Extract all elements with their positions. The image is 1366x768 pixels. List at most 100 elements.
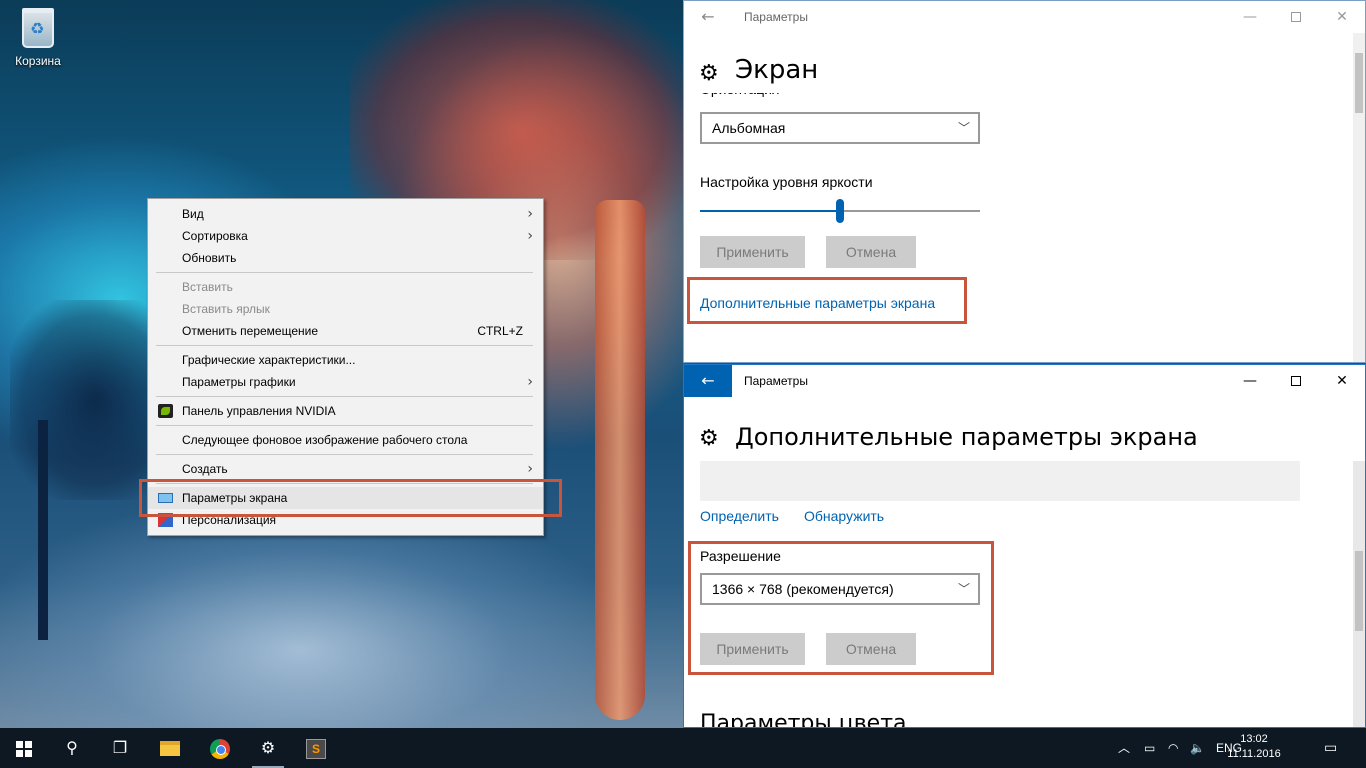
brightness-label: Настройка уровня яркости (700, 174, 873, 190)
start-button[interactable] (0, 728, 48, 768)
identify-link[interactable]: Определить (700, 508, 779, 524)
maximize-icon (1291, 12, 1301, 22)
menu-item-label: Персонализация (182, 513, 277, 527)
menu-item-undo-move[interactable]: Отменить перемещение CTRL+Z (148, 320, 543, 342)
wallpaper-left-trunk (38, 420, 48, 640)
network-button[interactable]: ◠ (1168, 728, 1178, 768)
battery-icon: ▭ (1144, 741, 1156, 755)
close-button[interactable]: ✕ (1319, 1, 1365, 33)
apply-button[interactable]: Применить (700, 633, 805, 665)
menu-separator (156, 454, 533, 455)
chevron-down-icon: ﹀ (957, 582, 970, 596)
window-title: Параметры (744, 10, 808, 24)
wifi-icon: ◠ (1168, 741, 1179, 755)
chrome-icon (210, 738, 230, 759)
window-title: Параметры (744, 374, 808, 388)
page-title: Экран (735, 55, 819, 85)
menu-separator (156, 272, 533, 273)
menu-item-nvidia-control-panel[interactable]: Панель управления NVIDIA (148, 400, 543, 422)
advanced-display-settings-link[interactable]: Дополнительные параметры экрана (700, 295, 935, 311)
task-view-icon: ❐ (112, 738, 128, 757)
menu-item-graphics-properties[interactable]: Графические характеристики... (148, 349, 543, 371)
menu-item-paste-shortcut[interactable]: Вставить ярлык (148, 298, 543, 320)
menu-item-next-background[interactable]: Следующее фоновое изображение рабочего с… (148, 429, 543, 451)
menu-item-label: Обновить (182, 251, 237, 265)
menu-separator (156, 425, 533, 426)
menu-separator (156, 483, 533, 484)
brightness-slider-thumb[interactable] (836, 199, 844, 223)
chrome-button[interactable] (196, 728, 244, 768)
display-preview-area (700, 461, 1300, 501)
orientation-dropdown[interactable]: Альбомная ﹀ (700, 112, 980, 144)
resolution-dropdown[interactable]: 1366 × 768 (рекомендуется) ﹀ (700, 573, 980, 605)
gear-icon: ⚙ (260, 738, 276, 757)
close-button[interactable]: ✕ (1319, 365, 1365, 397)
scrollbar-thumb[interactable] (1355, 53, 1363, 113)
maximize-icon (1291, 376, 1301, 386)
settings-button[interactable]: ⚙ (244, 728, 292, 768)
back-arrow-icon[interactable]: ← (684, 1, 732, 33)
menu-item-label: Создать (182, 462, 228, 476)
sublime-text-icon: S (306, 738, 326, 759)
chevron-right-icon: › (527, 374, 533, 390)
desktop-context-menu: Вид › Сортировка › Обновить Вставить Вст… (147, 198, 544, 536)
personalization-icon (158, 513, 173, 527)
task-view-button[interactable]: ❐ (96, 728, 144, 768)
page-title: Дополнительные параметры экрана (735, 423, 1198, 451)
menu-item-new[interactable]: Создать › (148, 458, 543, 480)
speaker-icon: 🔈 (1190, 741, 1205, 755)
recycle-bin-label: Корзина (15, 54, 61, 68)
show-hidden-icons-button[interactable]: ︿ (1118, 728, 1130, 768)
settings-window-display: ← Параметры — ✕ Ориентация ⚙ Экран Альбо… (683, 0, 1366, 363)
chevron-right-icon: › (527, 206, 533, 222)
file-explorer-button[interactable] (146, 728, 194, 768)
clock[interactable]: 13:02 11.11.2016 (1224, 732, 1284, 762)
minimize-button[interactable]: — (1227, 1, 1273, 33)
page-header: ⚙ Экран (684, 35, 1354, 93)
notifications-icon: ▭ (1324, 740, 1338, 756)
recycle-bin-shortcut[interactable]: Корзина (10, 8, 66, 72)
menu-item-label: Следующее фоновое изображение рабочего с… (182, 433, 468, 447)
cancel-button[interactable]: Отмена (826, 236, 916, 268)
battery-button[interactable]: ▭ (1144, 728, 1155, 768)
menu-separator (156, 396, 533, 397)
wallpaper-tree-trunk (595, 200, 645, 720)
minimize-button[interactable]: — (1227, 365, 1273, 397)
menu-item-graphics-options[interactable]: Параметры графики › (148, 371, 543, 393)
menu-item-label: Параметры графики (182, 375, 296, 389)
taskbar: ⚲ ❐ ⚙ S ︿ ▭ ◠ 🔈 ENG 13:02 11.11.2016 ▭ (0, 728, 1366, 768)
menu-item-view[interactable]: Вид › (148, 203, 543, 225)
menu-item-display-settings[interactable]: Параметры экрана (148, 487, 543, 509)
search-button[interactable]: ⚲ (48, 728, 96, 768)
resolution-value: 1366 × 768 (рекомендуется) (712, 581, 894, 597)
menu-item-label: Графические характеристики... (182, 353, 356, 367)
brightness-slider-fill (700, 210, 840, 212)
menu-item-refresh[interactable]: Обновить (148, 247, 543, 269)
search-icon: ⚲ (66, 738, 78, 757)
menu-separator (156, 345, 533, 346)
menu-item-label: Сортировка (182, 229, 248, 243)
scrollbar[interactable] (1353, 33, 1365, 362)
maximize-button[interactable] (1273, 1, 1319, 33)
volume-button[interactable]: 🔈 (1190, 728, 1205, 768)
windows-start-icon (16, 740, 32, 757)
menu-item-label: Параметры экрана (182, 491, 288, 505)
scrollbar[interactable] (1353, 461, 1365, 727)
sublime-text-button[interactable]: S (292, 728, 340, 768)
settings-window-advanced-display: ← Параметры — ✕ ⚙ Дополнительные парамет… (683, 364, 1366, 728)
menu-item-label: Панель управления NVIDIA (182, 404, 336, 418)
action-center-button[interactable]: ▭ (1324, 728, 1337, 768)
menu-item-sort[interactable]: Сортировка › (148, 225, 543, 247)
menu-item-paste[interactable]: Вставить (148, 276, 543, 298)
menu-item-personalization[interactable]: Персонализация (148, 509, 543, 531)
detect-link[interactable]: Обнаружить (804, 508, 884, 524)
maximize-button[interactable] (1273, 365, 1319, 397)
color-settings-heading: Параметры цвета (700, 711, 907, 728)
cancel-button[interactable]: Отмена (826, 633, 916, 665)
back-arrow-icon[interactable]: ← (684, 365, 732, 397)
scrollbar-thumb[interactable] (1355, 551, 1363, 631)
gear-icon: ⚙ (699, 61, 719, 86)
folder-icon (160, 741, 180, 756)
apply-button[interactable]: Применить (700, 236, 805, 268)
menu-item-label: Вставить ярлык (182, 302, 270, 316)
